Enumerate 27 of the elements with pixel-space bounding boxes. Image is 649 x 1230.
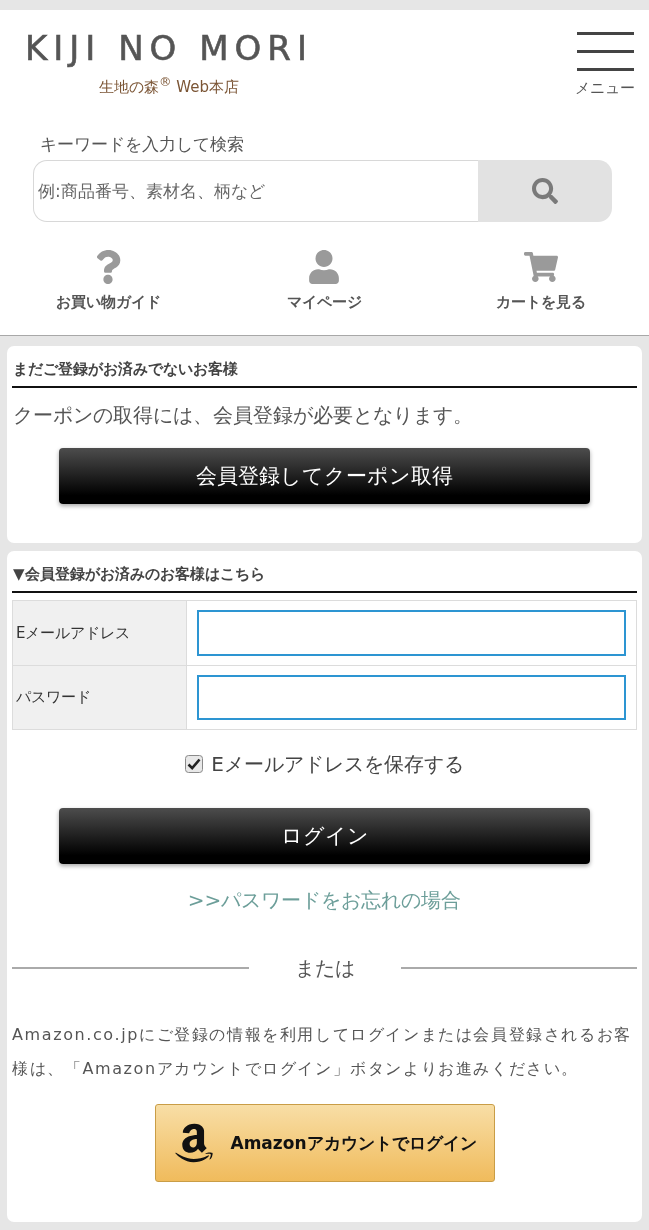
field-label: パスワード [13,666,187,729]
divider-label: または [294,955,355,982]
search-icon [532,178,558,204]
user-icon [307,250,342,284]
remember-checkbox[interactable] [185,755,204,773]
search-button[interactable] [478,160,612,222]
menu-icon [576,32,634,71]
amazon-note: Amazon.co.jpにご登録の情報を利用してログインまたは会員登録されるお客様は、「Amazonアカウントでログイン」ボタンよりお進みください。 [12,1024,633,1080]
register-button[interactable]: 会員登録してクーポン取得 [59,448,590,504]
remember-label: Eメールアドレスを保存する [211,750,464,778]
search-label: キーワードを入力して検索 [40,133,244,156]
nav-link[interactable]: カートを見る [495,250,586,312]
nav-link[interactable]: マイページ [287,250,362,312]
coupon-message: クーポンの取得には、会員登録が必要となります。 [13,402,474,429]
menu-button[interactable]: メニュー [575,32,635,97]
section-heading: まだご登録がお済みでないお客様 [12,358,637,388]
cart-icon [523,250,558,284]
input-field[interactable] [197,675,626,720]
login-button[interactable]: ログイン [59,808,590,864]
input-field[interactable] [197,610,626,656]
site-logo[interactable]: KIJI NO MORI [25,30,313,66]
field-label: Eメールアドレス [13,601,187,665]
logo-subtitle: 生地の森$^{®}$ Web本店 [98,73,239,97]
nav-link[interactable]: お買い物ガイド [55,250,161,312]
search-field[interactable]: 例:商品番号、素材名、柄など [33,160,478,222]
section-heading: ▼会員登録がお済みのお客様はこちら [12,563,637,593]
amazon-login-button[interactable]: Amazonアカウントでログイン [154,1104,495,1182]
